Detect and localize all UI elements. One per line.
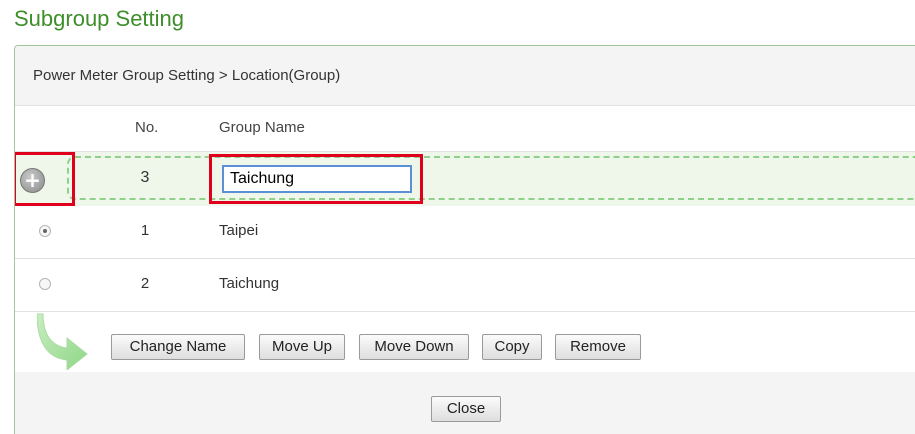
dashed-new-row-outline <box>67 156 915 200</box>
row-no: 1 <box>140 222 150 239</box>
add-group-row: + 3 <box>15 152 915 206</box>
row-radio-2[interactable] <box>39 278 51 290</box>
change-name-button[interactable]: Change Name <box>111 334 245 360</box>
close-button[interactable]: Close <box>431 396 501 422</box>
copy-button[interactable]: Copy <box>482 334 542 360</box>
breadcrumb: Power Meter Group Setting > Location(Gro… <box>15 46 915 106</box>
subgroup-panel: Power Meter Group Setting > Location(Gro… <box>14 45 915 434</box>
action-bar: Change Name Move Up Move Down Copy Remov… <box>15 312 915 372</box>
plus-circle-icon[interactable]: + <box>20 168 45 193</box>
new-row-no: 3 <box>140 169 150 186</box>
dialog-footer: Close <box>15 372 915 434</box>
add-button-highlight: + <box>15 152 75 206</box>
move-down-button[interactable]: Move Down <box>359 334 469 360</box>
row-no: 2 <box>140 275 150 292</box>
table-header: No. Group Name <box>15 106 915 152</box>
group-name-input[interactable] <box>222 165 412 193</box>
header-group-name: Group Name <box>219 119 305 136</box>
table-row[interactable]: 1 Taipei <box>15 206 915 259</box>
header-no: No. <box>135 119 159 136</box>
move-up-button[interactable]: Move Up <box>259 334 345 360</box>
row-radio-1[interactable] <box>39 225 51 237</box>
table-row[interactable]: 2 Taichung <box>15 259 915 312</box>
page-title: Subgroup Setting <box>14 6 185 31</box>
name-input-highlight <box>209 154 423 204</box>
remove-button[interactable]: Remove <box>555 334 641 360</box>
row-group-name: Taipei <box>219 222 259 239</box>
curved-arrow-icon <box>37 313 88 370</box>
row-group-name: Taichung <box>219 275 280 292</box>
